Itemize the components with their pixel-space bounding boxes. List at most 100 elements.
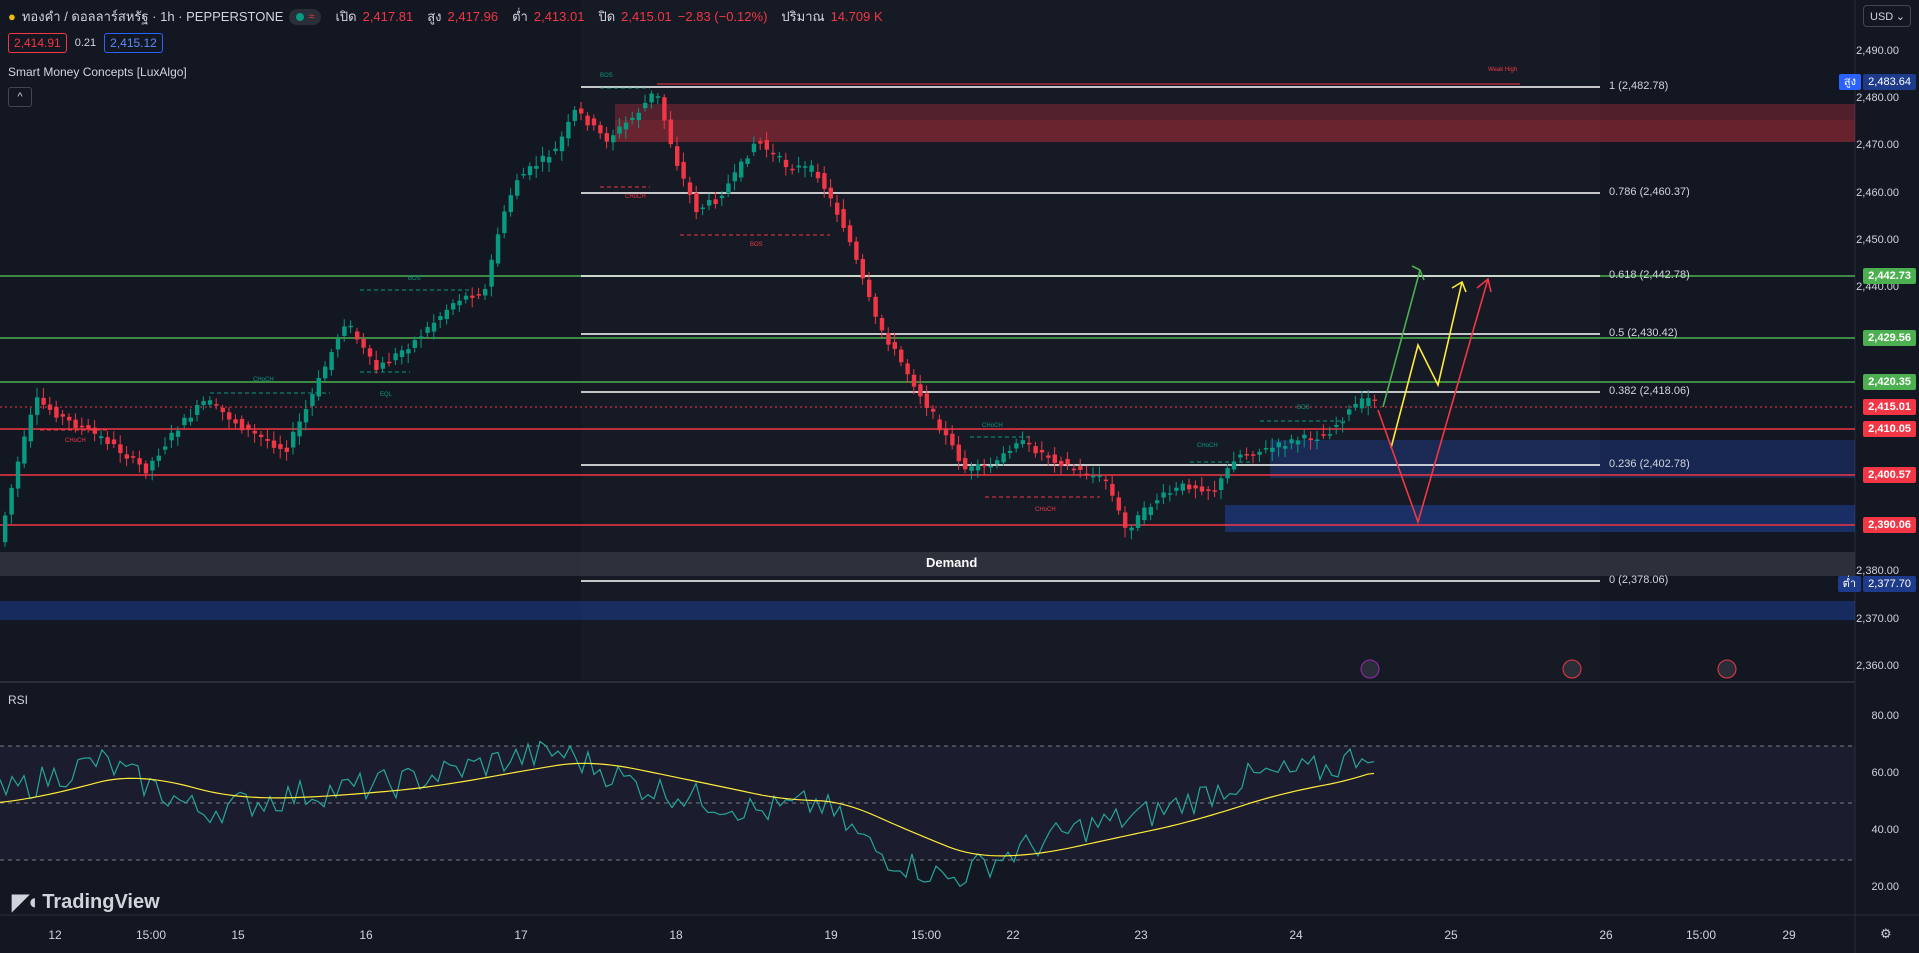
bos-label: BOS (750, 242, 763, 248)
candle-body (92, 427, 97, 434)
candle-body (444, 309, 449, 320)
candle-body (790, 168, 795, 171)
candle-body (1103, 479, 1109, 482)
candle-body (1065, 458, 1070, 465)
currency-select[interactable]: USD ⌄ (1863, 5, 1911, 27)
currency-value: USD (1870, 11, 1894, 23)
gold-icon: ● (8, 9, 16, 24)
collapse-button[interactable]: ^ (8, 87, 32, 107)
candle-body (35, 397, 40, 415)
candle-body (828, 187, 833, 199)
high-tag-label: สูง (1838, 74, 1861, 90)
candle-body (1129, 527, 1134, 531)
candle-body (316, 377, 321, 397)
candle-body (719, 195, 725, 199)
candle-body (3, 515, 8, 543)
choch-label: CHoCH (1197, 443, 1218, 449)
time-axis-label: 24 (1289, 928, 1303, 942)
bos-label: BOS (1297, 405, 1310, 411)
time-axis-label: 23 (1134, 928, 1148, 942)
time-axis-label: 22 (1006, 928, 1020, 942)
candle-body (214, 404, 219, 406)
market-status-pill[interactable]: ≈ (289, 8, 322, 25)
candle-body (1052, 454, 1057, 463)
chevron-down-icon: ⌄ (1895, 11, 1905, 23)
candle-body (617, 126, 622, 134)
candle-body (1193, 485, 1198, 489)
time-axis-label: 18 (669, 928, 683, 942)
candle-body (694, 192, 699, 213)
rsi-axis-label: 20.00 (1871, 881, 1899, 893)
candle-body (1142, 507, 1147, 521)
candle-body (335, 338, 341, 350)
candle-body (771, 152, 776, 155)
low-label: ต่ำ (512, 9, 528, 24)
tv-logo-icon: ◤◖ (12, 889, 39, 914)
candle-body (1359, 398, 1365, 409)
candle-body (873, 296, 878, 317)
candle-body (521, 174, 526, 176)
price-axis-label: 2,490.00 (1856, 45, 1899, 57)
candle-body (201, 401, 206, 406)
time-axis-label: 19 (824, 928, 838, 942)
price-tag: 2,442.73 (1863, 268, 1916, 284)
bid-button[interactable]: 2,414.91 (8, 33, 67, 53)
candle-body (1238, 454, 1243, 458)
candle-body (937, 419, 942, 431)
change-value: −2.83 (−0.12%) (677, 9, 768, 24)
candle-body (169, 432, 174, 441)
candle-body (111, 439, 117, 445)
candle-body (841, 209, 846, 228)
volume-label: ปริมาณ (781, 9, 825, 24)
candle-body (956, 444, 961, 462)
price-axis-label: 2,360.00 (1856, 660, 1899, 672)
candle-body (700, 207, 705, 210)
candle-body (1199, 486, 1205, 492)
candle-body (227, 412, 232, 420)
candle-body (995, 460, 1000, 465)
candle-body (124, 454, 129, 459)
candle-body (1167, 493, 1173, 495)
candle-body (79, 425, 85, 428)
candle-body (611, 135, 616, 143)
symbol-title[interactable]: ทองคำ / ดอลลาร์สหรัฐ · 1h · PEPPERSTONE (22, 6, 284, 27)
candle-body (105, 437, 110, 445)
candle-body (975, 463, 981, 471)
candle-body (118, 444, 123, 454)
candle-body (188, 417, 193, 422)
open-label: เปิด (335, 9, 357, 24)
indicator-rsi[interactable]: RSI (8, 693, 28, 707)
candle-body (329, 352, 334, 371)
candle-body (1225, 468, 1230, 479)
candle-body (1097, 475, 1102, 477)
candle-body (476, 294, 481, 296)
candle-body (380, 362, 385, 369)
candle-body (399, 350, 405, 358)
candle-body (1071, 468, 1077, 471)
fib-label: 0 (2,378.06) (1609, 574, 1669, 586)
candle-body (291, 431, 296, 448)
candle-body (822, 173, 827, 189)
candle-body (220, 407, 225, 413)
candle-body (9, 487, 14, 515)
candle-body (195, 405, 200, 415)
ask-button[interactable]: 2,415.12 (104, 33, 163, 53)
candle-body (886, 333, 891, 345)
candle-body (15, 461, 21, 489)
candle-body (431, 322, 437, 332)
candle-body (905, 363, 910, 375)
candle-body (675, 146, 680, 166)
candle-body (643, 102, 648, 109)
rsi-axis-label: 60.00 (1871, 767, 1899, 779)
main-chart[interactable] (0, 0, 1919, 953)
candle-body (1027, 442, 1032, 445)
indicator-smc[interactable]: Smart Money Concepts [LuxAlgo] (8, 65, 187, 79)
settings-gear-icon[interactable]: ⚙ (1880, 926, 1892, 942)
wave-icon: ≈ (308, 10, 315, 23)
candle-body (1263, 447, 1269, 450)
candle-body (54, 406, 59, 418)
candle-body (604, 133, 609, 142)
price-axis-label: 2,470.00 (1856, 139, 1899, 151)
candle-body (1116, 497, 1121, 511)
candle-body (252, 430, 257, 434)
